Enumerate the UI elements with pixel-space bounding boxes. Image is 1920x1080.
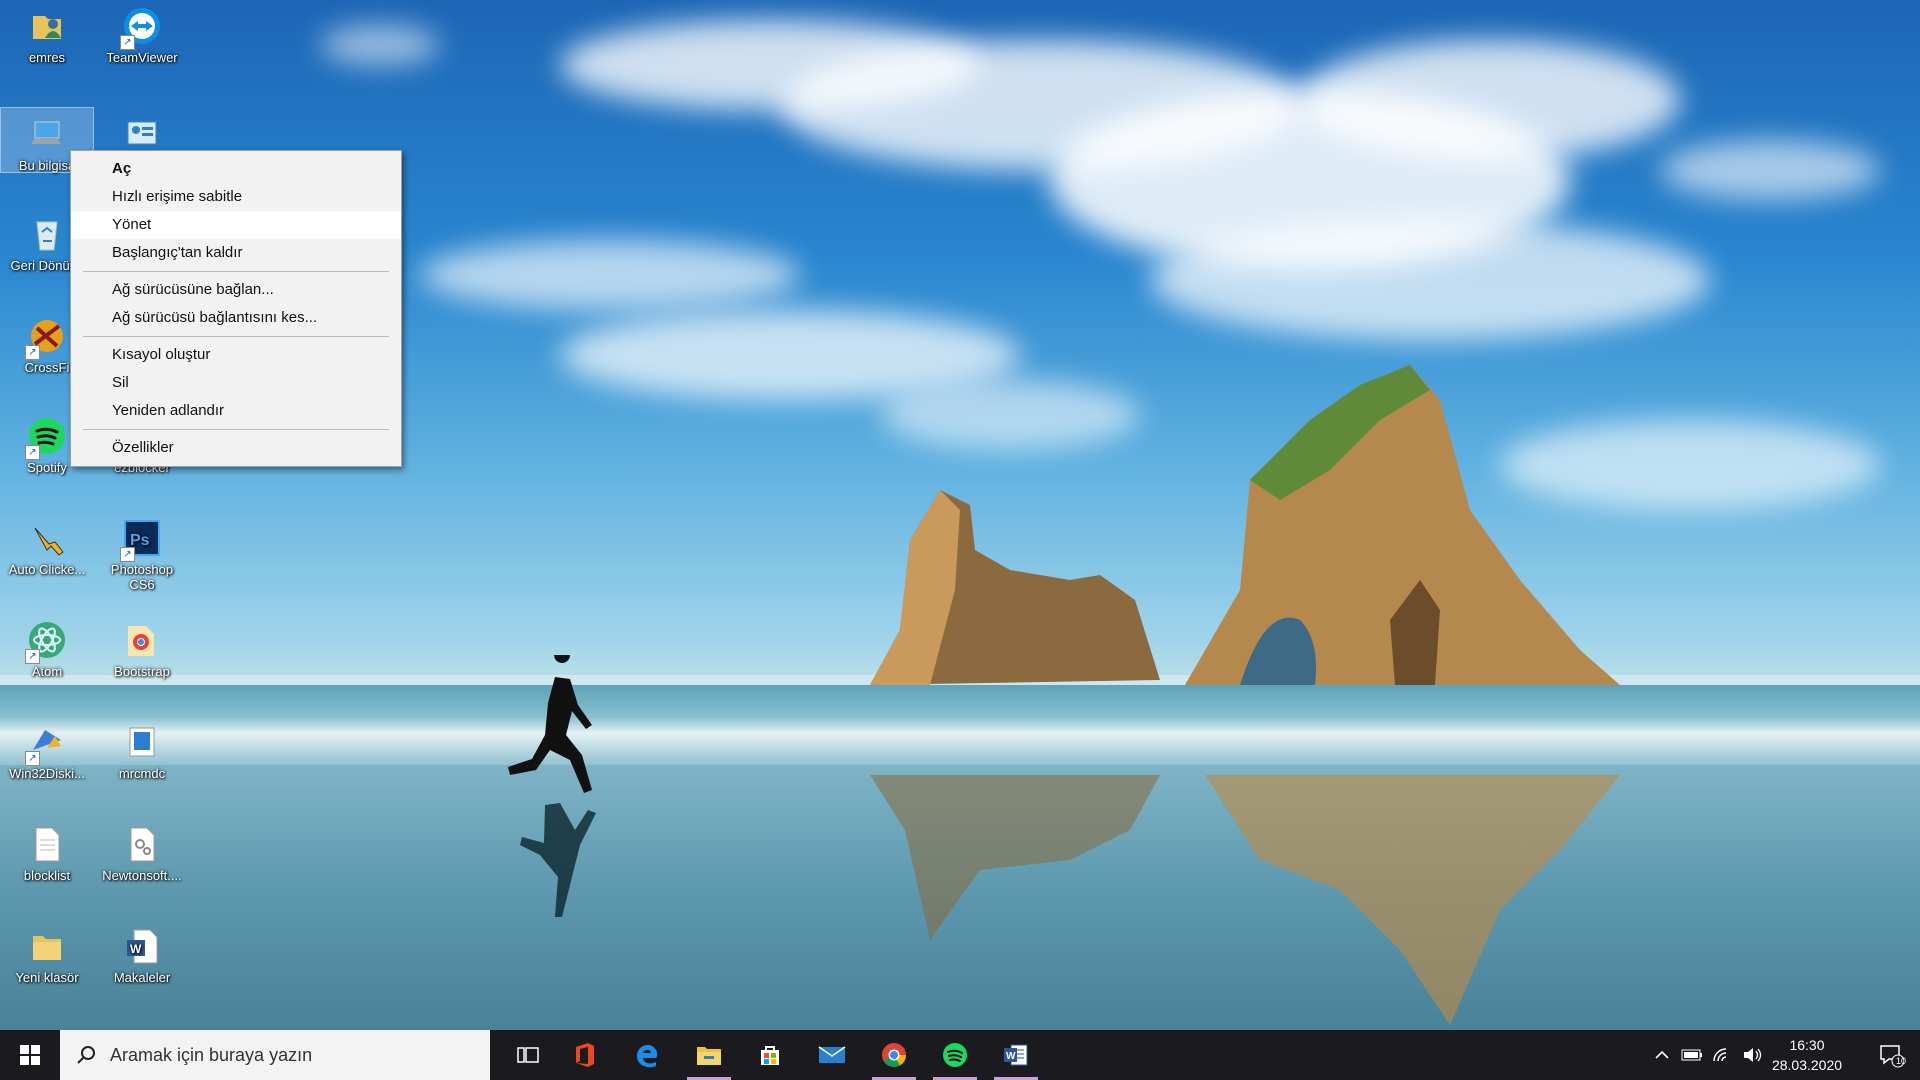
svg-text:Ps: Ps bbox=[130, 532, 150, 549]
action-center-button[interactable]: 10 bbox=[1862, 1030, 1920, 1080]
word-icon: W bbox=[1003, 1043, 1029, 1067]
taskbar-app-file-explorer[interactable] bbox=[681, 1030, 737, 1080]
menu-item-bas-lang-c-tan-kald-r[interactable]: Başlangıç'tan kaldır bbox=[71, 239, 401, 267]
desktop-icon-label: Bootstrap bbox=[114, 664, 170, 679]
crossfire-icon bbox=[25, 316, 67, 360]
mail-icon bbox=[818, 1045, 846, 1065]
disk-imager-icon bbox=[25, 722, 67, 766]
chevron-up-icon bbox=[1655, 1050, 1669, 1059]
battery-button[interactable] bbox=[1678, 1030, 1706, 1080]
office-icon bbox=[574, 1042, 596, 1068]
edge-icon bbox=[634, 1042, 660, 1068]
desktop-icon-atom[interactable]: Atom bbox=[1, 614, 93, 679]
folder-icon bbox=[27, 926, 67, 966]
control-panel-icon bbox=[122, 114, 162, 154]
wifi-icon bbox=[1713, 1048, 1727, 1062]
word-document-icon: W bbox=[122, 926, 162, 966]
chrome-folder-icon bbox=[122, 620, 162, 660]
clock-time: 16:30 bbox=[1789, 1037, 1825, 1053]
windows-logo-icon bbox=[20, 1045, 40, 1065]
menu-item-sil[interactable]: Sil bbox=[71, 369, 401, 397]
menu-item-yo-net[interactable]: Yönet bbox=[71, 211, 401, 239]
desktop-icon-bootstrap[interactable]: Bootstrap bbox=[96, 614, 188, 679]
file-explorer-icon bbox=[696, 1044, 722, 1066]
taskbar-app-chrome[interactable] bbox=[866, 1030, 922, 1080]
desktop-icon-label: mrcmdc bbox=[118, 766, 166, 781]
battery-icon bbox=[1681, 1049, 1702, 1061]
store-icon bbox=[758, 1043, 782, 1067]
user-folder-icon bbox=[27, 6, 67, 46]
desktop-icon-label: blocklist bbox=[23, 868, 71, 883]
menu-separator bbox=[83, 271, 389, 272]
taskbar-app-task-view[interactable] bbox=[500, 1030, 556, 1080]
desktop-icon-emres[interactable]: emres bbox=[1, 0, 93, 65]
taskbar-app-edge[interactable] bbox=[619, 1030, 675, 1080]
desktop-icon-blocklist[interactable]: blocklist bbox=[1, 818, 93, 883]
search-placeholder: Aramak için buraya yazın bbox=[110, 1044, 313, 1065]
desktop-icon-win32diskimager[interactable]: Win32Diski... bbox=[1, 716, 93, 781]
desktop-icon-label: Yeni klasör bbox=[15, 970, 79, 985]
desktop-icon-photoshop[interactable]: Ps Photoshop CS6 bbox=[96, 512, 188, 592]
clock-date: 28.03.2020 bbox=[1771, 1057, 1843, 1073]
task-view-icon bbox=[517, 1045, 539, 1065]
taskbar-app-word[interactable]: W bbox=[988, 1030, 1044, 1080]
search-icon bbox=[77, 1046, 95, 1064]
context-menu: Aç Hızlı erişime sabitle Yönet Başlangıç'ta… bbox=[70, 150, 402, 467]
desktop-icon-autoclicker[interactable]: Auto Clicke... bbox=[1, 512, 93, 577]
clock[interactable]: 16:30 28.03.2020 bbox=[1752, 1030, 1862, 1080]
desktop-icon-label: Makaleler bbox=[113, 970, 171, 985]
menu-item-ag-su-ru-cu-su-ne-bag-lan[interactable]: Ağ sürücüsüne bağlan... bbox=[71, 276, 401, 304]
menu-separator bbox=[83, 429, 389, 430]
desktop-icon-mrcmdc[interactable]: mrcmdc bbox=[96, 716, 188, 781]
notification-count: 10 bbox=[1896, 1056, 1907, 1066]
search-box[interactable]: Aramak için buraya yazın bbox=[60, 1030, 490, 1080]
desktop-icon-makaleler[interactable]: W Makaleler bbox=[96, 920, 188, 985]
start-button[interactable] bbox=[0, 1030, 60, 1080]
desktop-icon-label: Newtonsoft.... bbox=[102, 868, 182, 883]
taskbar-app-store[interactable] bbox=[742, 1030, 798, 1080]
svg-text:W: W bbox=[1006, 1051, 1016, 1062]
desktop-icon-label: TeamViewer bbox=[106, 50, 178, 65]
menu-separator bbox=[83, 336, 389, 337]
taskbar-app-mail[interactable] bbox=[804, 1030, 860, 1080]
menu-item-yeniden-adland-r[interactable]: Yeniden adlandır bbox=[71, 397, 401, 425]
desktop-icon-new-folder[interactable]: Yeni klasör bbox=[1, 920, 93, 985]
show-hidden-icons-button[interactable] bbox=[1650, 1030, 1674, 1080]
atom-icon bbox=[25, 620, 67, 664]
menu-item-ag-su-ru-cu-su-bag-lant-s-n-kes[interactable]: Ağ sürücüsü bağlantısını kes... bbox=[71, 304, 401, 332]
svg-text:W: W bbox=[130, 942, 142, 956]
photoshop-icon: Ps bbox=[120, 518, 162, 562]
network-button[interactable] bbox=[1708, 1030, 1736, 1080]
window-app-icon bbox=[122, 722, 162, 762]
menu-item-k-sayol-olus-tur[interactable]: Kısayol oluştur bbox=[71, 341, 401, 369]
desktop-icon-label: Win32Diski... bbox=[9, 766, 85, 781]
desktop-icon-label: Auto Clicke... bbox=[8, 562, 86, 577]
desktop-icon-label: emres bbox=[28, 50, 66, 65]
hand-cursor-icon bbox=[27, 518, 67, 558]
menu-item-o-zellikler[interactable]: Özellikler bbox=[71, 434, 401, 462]
menu-item-h-zl-eris-ime-sabitle[interactable]: Hızlı erişime sabitle bbox=[71, 183, 401, 211]
taskbar-app-office[interactable] bbox=[557, 1030, 613, 1080]
spotify-icon bbox=[25, 416, 67, 460]
spotify-icon bbox=[942, 1042, 968, 1068]
desktop[interactable]: emres TeamViewer Bu bilgisa Geri Dönüşü … bbox=[0, 0, 1920, 1030]
teamviewer-icon bbox=[120, 6, 162, 50]
text-file-icon bbox=[27, 824, 67, 864]
settings-file-icon bbox=[122, 824, 162, 864]
taskbar-app-spotify[interactable] bbox=[927, 1030, 983, 1080]
desktop-icon-label: Photoshop CS6 bbox=[110, 562, 174, 592]
desktop-icon-newtonsoft[interactable]: Newtonsoft.... bbox=[96, 818, 188, 883]
recycle-bin-icon bbox=[27, 214, 67, 254]
taskbar: Aramak için buraya yazın W 16:30 28.03.2… bbox=[0, 1030, 1920, 1080]
chrome-icon bbox=[881, 1042, 907, 1068]
menu-item-ac[interactable]: Aç bbox=[71, 155, 401, 183]
desktop-icon-label: Atom bbox=[31, 664, 63, 679]
desktop-icon-teamviewer[interactable]: TeamViewer bbox=[96, 0, 188, 65]
computer-icon bbox=[27, 114, 67, 154]
